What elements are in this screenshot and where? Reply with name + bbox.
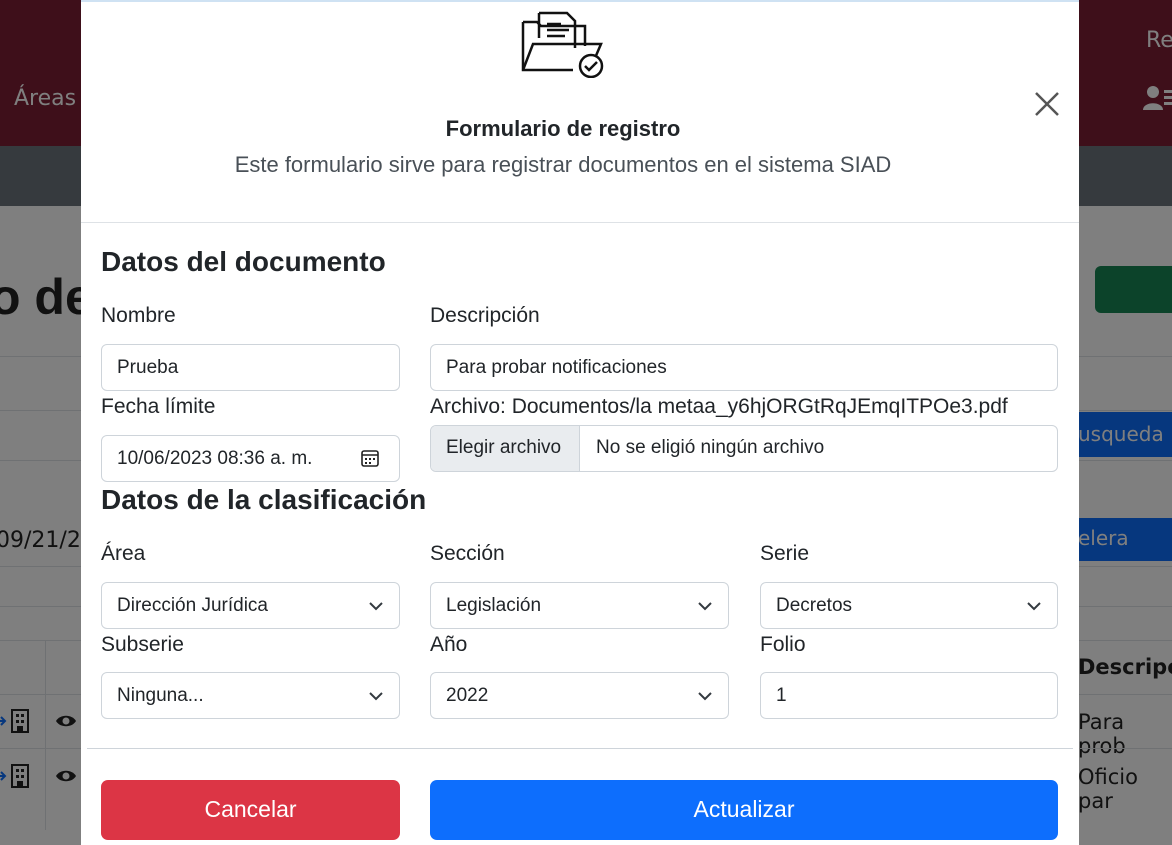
chevron-down-icon	[698, 692, 712, 701]
archivo-file-input[interactable]: Elegir archivo No se eligió ningún archi…	[430, 425, 1058, 472]
seccion-label: Sección	[430, 542, 505, 565]
document-folder-check-icon	[521, 11, 604, 78]
chevron-down-icon	[1027, 602, 1041, 611]
nombre-label: Nombre	[101, 304, 176, 327]
section-title-classification: Datos de la clasificación	[101, 484, 427, 515]
seccion-value: Legislación	[446, 595, 542, 616]
seccion-select[interactable]: Legislación	[430, 582, 729, 629]
chevron-down-icon	[369, 692, 383, 701]
footer-divider	[87, 748, 1073, 749]
subserie-select[interactable]: Ninguna...	[101, 672, 400, 719]
anio-value: 2022	[446, 685, 489, 706]
chevron-down-icon	[698, 602, 712, 611]
serie-label: Serie	[760, 542, 810, 565]
file-status-text: No se eligió ningún archivo	[596, 437, 825, 458]
serie-value: Decretos	[776, 595, 853, 616]
area-label: Área	[101, 542, 146, 565]
registration-modal: Formulario de registro Este formulario s…	[81, 0, 1079, 845]
descripcion-label: Descripción	[430, 304, 540, 327]
modal-header: Formulario de registro Este formulario s…	[81, 2, 1079, 223]
subserie-label: Subserie	[101, 633, 184, 656]
archivo-label: Archivo: Documentos/la metaa_y6hjORGtRqJ…	[430, 395, 1008, 418]
update-button[interactable]: Actualizar	[430, 780, 1058, 840]
nombre-input[interactable]: Prueba	[101, 344, 400, 391]
subserie-value: Ninguna...	[117, 685, 204, 706]
descripcion-input[interactable]: Para probar notificaciones	[430, 344, 1058, 391]
fecha-value: 10/06/2023 08:36 a. m.	[117, 448, 313, 469]
cancel-button[interactable]: Cancelar	[101, 780, 400, 840]
choose-file-button[interactable]: Elegir archivo	[431, 426, 580, 471]
modal-subtitle: Este formulario sirve para registrar doc…	[234, 152, 892, 177]
area-select[interactable]: Dirección Jurídica	[101, 582, 400, 629]
chevron-down-icon	[369, 602, 383, 611]
area-value: Dirección Jurídica	[117, 595, 268, 616]
section-title-document: Datos del documento	[101, 246, 386, 277]
fecha-label: Fecha límite	[101, 395, 216, 418]
folio-label: Folio	[760, 633, 806, 656]
fecha-input[interactable]: 10/06/2023 08:36 a. m.	[101, 435, 400, 482]
calendar-icon[interactable]	[361, 449, 379, 467]
folio-input[interactable]: 1	[760, 672, 1058, 719]
anio-label: Año	[430, 633, 468, 656]
modal-title: Formulario de registro	[445, 116, 681, 141]
serie-select[interactable]: Decretos	[760, 582, 1058, 629]
anio-select[interactable]: 2022	[430, 672, 729, 719]
